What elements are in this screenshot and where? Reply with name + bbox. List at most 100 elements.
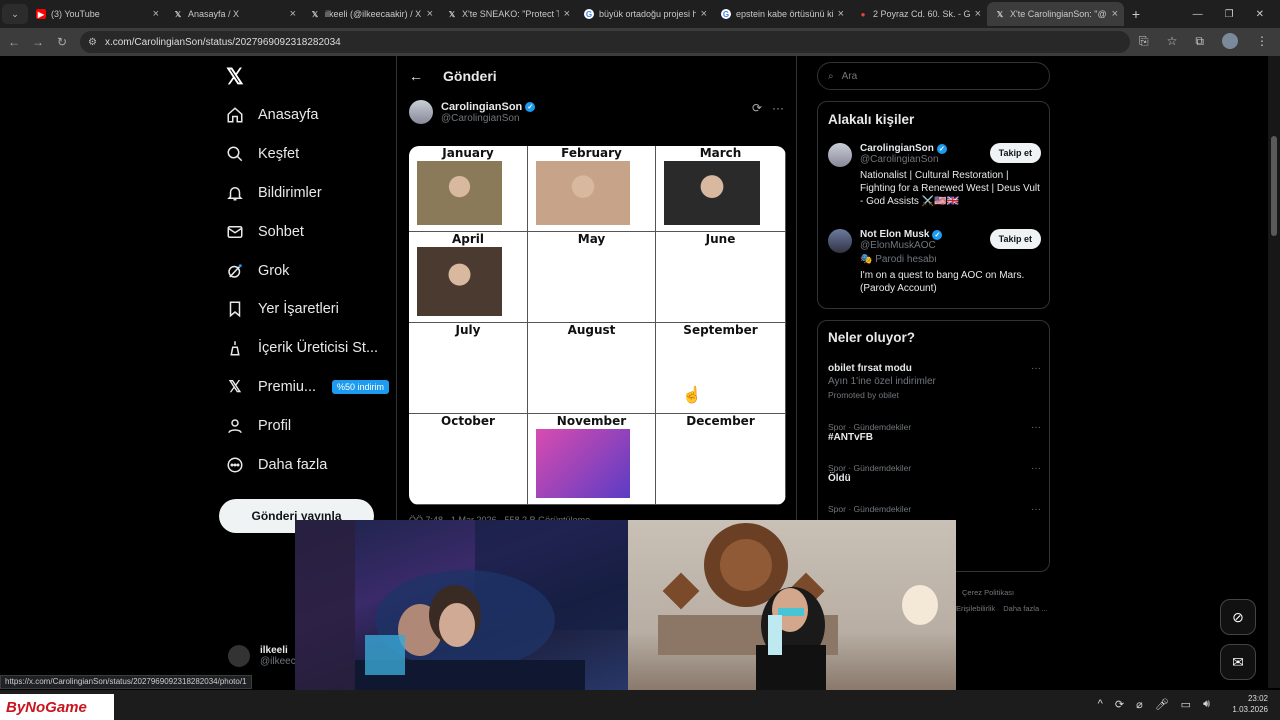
- sidebar-item-label: Daha fazla: [258, 456, 328, 473]
- footer-link[interactable]: Çerez Politikası: [962, 588, 1014, 597]
- post-author[interactable]: CarolingianSon ✓ @CarolingianSon: [409, 100, 536, 124]
- sidebar-item-premium[interactable]: 𝕏 Premiu... %50 indirim: [226, 368, 390, 407]
- avatar[interactable]: [409, 100, 433, 124]
- post-image[interactable]: January February March April May June July Augu…: [409, 146, 786, 505]
- sidebar-item-notifications[interactable]: Bildirimler: [226, 174, 389, 213]
- more-options-icon[interactable]: ···: [1031, 422, 1041, 433]
- author-handle[interactable]: @CarolingianSon: [441, 113, 535, 124]
- more-options-icon[interactable]: ···: [772, 101, 784, 115]
- grok-fab-button[interactable]: ⊘: [1220, 599, 1256, 635]
- profile-avatar[interactable]: [1222, 33, 1238, 49]
- trend-item[interactable]: Spor · Gündemdekiler #ANTvFB ···: [828, 422, 1041, 443]
- more-options-icon[interactable]: ···: [1031, 463, 1041, 474]
- person-item[interactable]: CarolingianSon ✓ @CarolingianSon National…: [828, 143, 1041, 208]
- volume-icon[interactable]: 🔊︎: [1203, 698, 1210, 711]
- browser-tab[interactable]: 𝕏ilkeeli (@ilkeecaakir) / X ×: [302, 2, 439, 26]
- close-tab-icon[interactable]: ×: [153, 8, 159, 20]
- browser-tab[interactable]: Gbüyük ortadoğu projesi h ×: [576, 2, 713, 26]
- browser-tab[interactable]: Gepstein kabe örtüsünü kir ×: [713, 2, 850, 26]
- sidebar-item-more[interactable]: Daha fazla: [226, 445, 389, 484]
- home-icon: [226, 106, 244, 124]
- close-tab-icon[interactable]: ×: [701, 8, 707, 20]
- sidebar-item-label: Premiu...: [258, 378, 317, 395]
- url-field[interactable]: ⚙ x.com/CarolingianSon/status/2027969092…: [80, 31, 1130, 53]
- grok-icon: [226, 262, 244, 280]
- extensions-icon[interactable]: ⧉: [1195, 34, 1204, 49]
- page-scrollbar[interactable]: [1268, 56, 1280, 688]
- calendar-cell: April: [409, 232, 528, 323]
- person-bio: I'm on a quest to bang AOC on Mars. (Par…: [860, 270, 1025, 294]
- trend-title: #ANTvFB: [828, 432, 874, 443]
- browser-tab-active[interactable]: 𝕏 X'te CarolingianSon: "@E ×: [987, 2, 1124, 26]
- trend-item[interactable]: Spor · Gündemdekiler ···: [828, 504, 1041, 515]
- browser-tab[interactable]: 𝕏 X'te SNEAKO: "Protect Tu ×: [439, 2, 576, 26]
- search-placeholder: Ara: [841, 70, 858, 82]
- microphone-icon[interactable]: 🎤︎: [1155, 698, 1169, 711]
- calendar-month-label: November: [556, 414, 627, 428]
- scrollbar-thumb[interactable]: [1271, 136, 1277, 236]
- sidebar-item-creator-studio[interactable]: İçerik Üreticisi St...: [226, 329, 389, 368]
- close-tab-icon[interactable]: ×: [564, 8, 570, 20]
- sidebar-item-chat[interactable]: Sohbet: [226, 212, 389, 251]
- close-tab-icon[interactable]: ×: [1112, 8, 1118, 20]
- sidebar-item-bookmarks[interactable]: Yer İşaretleri: [226, 290, 389, 329]
- bookmark-star-icon[interactable]: ☆: [1167, 34, 1178, 48]
- browser-tab[interactable]: 𝕏 Anasayfa / X ×: [165, 2, 302, 26]
- author-name[interactable]: CarolingianSon: [441, 101, 522, 113]
- back-arrow-icon[interactable]: ←: [409, 68, 423, 84]
- display-icon[interactable]: ▭: [1181, 698, 1191, 711]
- close-tab-icon[interactable]: ×: [427, 8, 433, 20]
- grok-icon[interactable]: ⟳: [752, 101, 762, 115]
- x-icon: 𝕏: [996, 9, 1004, 19]
- footer-link[interactable]: Erişilebilirlik: [956, 604, 995, 613]
- window-controls: — ❐ ✕: [1193, 0, 1280, 28]
- site-info-icon[interactable]: ⚙: [88, 37, 97, 48]
- chevron-up-icon[interactable]: ^: [1098, 698, 1103, 711]
- follow-button[interactable]: Takip et: [989, 143, 1041, 163]
- avatar: [228, 645, 250, 667]
- account-switcher[interactable]: ilkeeli @ilkeec: [228, 645, 296, 667]
- browser-tab[interactable]: ● 2 Poyraz Cd. 60. Sk. - Goo ×: [850, 2, 987, 26]
- avatar[interactable]: [828, 143, 852, 167]
- search-input[interactable]: ⌕ Ara: [817, 62, 1050, 90]
- system-clock[interactable]: 23:02 1.03.2026: [1232, 693, 1268, 715]
- sidebar-item-grok[interactable]: Grok: [226, 251, 389, 290]
- sync-icon[interactable]: ⟳: [1115, 698, 1124, 711]
- bookmark-icon: [226, 300, 244, 318]
- sidebar-item-home[interactable]: Anasayfa: [226, 96, 389, 135]
- wifi-off-icon[interactable]: ⌀: [1136, 698, 1143, 711]
- sidebar-item-label: Keşfet: [258, 146, 300, 163]
- verified-badge-icon: ✓: [525, 101, 536, 112]
- browser-tab[interactable]: ▶ (3) YouTube ×: [28, 2, 165, 26]
- new-tab-button[interactable]: +: [1124, 6, 1148, 22]
- avatar[interactable]: [828, 229, 852, 253]
- footer-link[interactable]: Daha fazla ...: [1003, 604, 1047, 613]
- close-window-icon[interactable]: ✕: [1256, 9, 1264, 20]
- person-item[interactable]: Not Elon Musk ✓ @ElonMuskAOC 🎭 Parodi hes…: [828, 229, 1041, 295]
- trend-item[interactable]: obilet fırsat modu Ayın 1'ine özel indir…: [828, 363, 1041, 400]
- calendar-cell: January: [409, 146, 528, 232]
- parody-label: Parodi hesabı: [875, 254, 937, 265]
- more-options-icon[interactable]: ···: [1031, 363, 1041, 374]
- tab-search-button[interactable]: ⌄: [2, 4, 28, 24]
- x-logo-icon[interactable]: 𝕏: [226, 64, 244, 90]
- trend-item[interactable]: Spor · Gündemdekiler Öldü ···: [828, 463, 1041, 484]
- browser-menu-icon[interactable]: ⋮: [1256, 34, 1268, 48]
- more-options-icon[interactable]: ···: [1031, 504, 1041, 515]
- back-arrow-icon[interactable]: ←: [2, 35, 26, 49]
- close-tab-icon[interactable]: ×: [838, 8, 844, 20]
- install-app-icon[interactable]: ⎘: [1139, 34, 1149, 49]
- sidebar-item-explore[interactable]: Keşfet: [226, 135, 389, 174]
- messages-fab-button[interactable]: ✉: [1220, 644, 1256, 680]
- restore-icon[interactable]: ❐: [1225, 9, 1234, 20]
- follow-button[interactable]: Takip et: [989, 229, 1041, 249]
- close-tab-icon[interactable]: ×: [290, 8, 296, 20]
- close-tab-icon[interactable]: ×: [975, 8, 981, 20]
- taskbar: [0, 690, 1280, 720]
- sidebar-item-profile[interactable]: Profil: [226, 406, 389, 445]
- minimize-icon[interactable]: —: [1193, 9, 1203, 20]
- calendar-month-label: April: [451, 232, 485, 246]
- tab-title: epstein kabe örtüsünü kir: [736, 9, 833, 19]
- forward-arrow-icon[interactable]: →: [26, 35, 50, 49]
- reload-icon[interactable]: ↻: [50, 35, 74, 49]
